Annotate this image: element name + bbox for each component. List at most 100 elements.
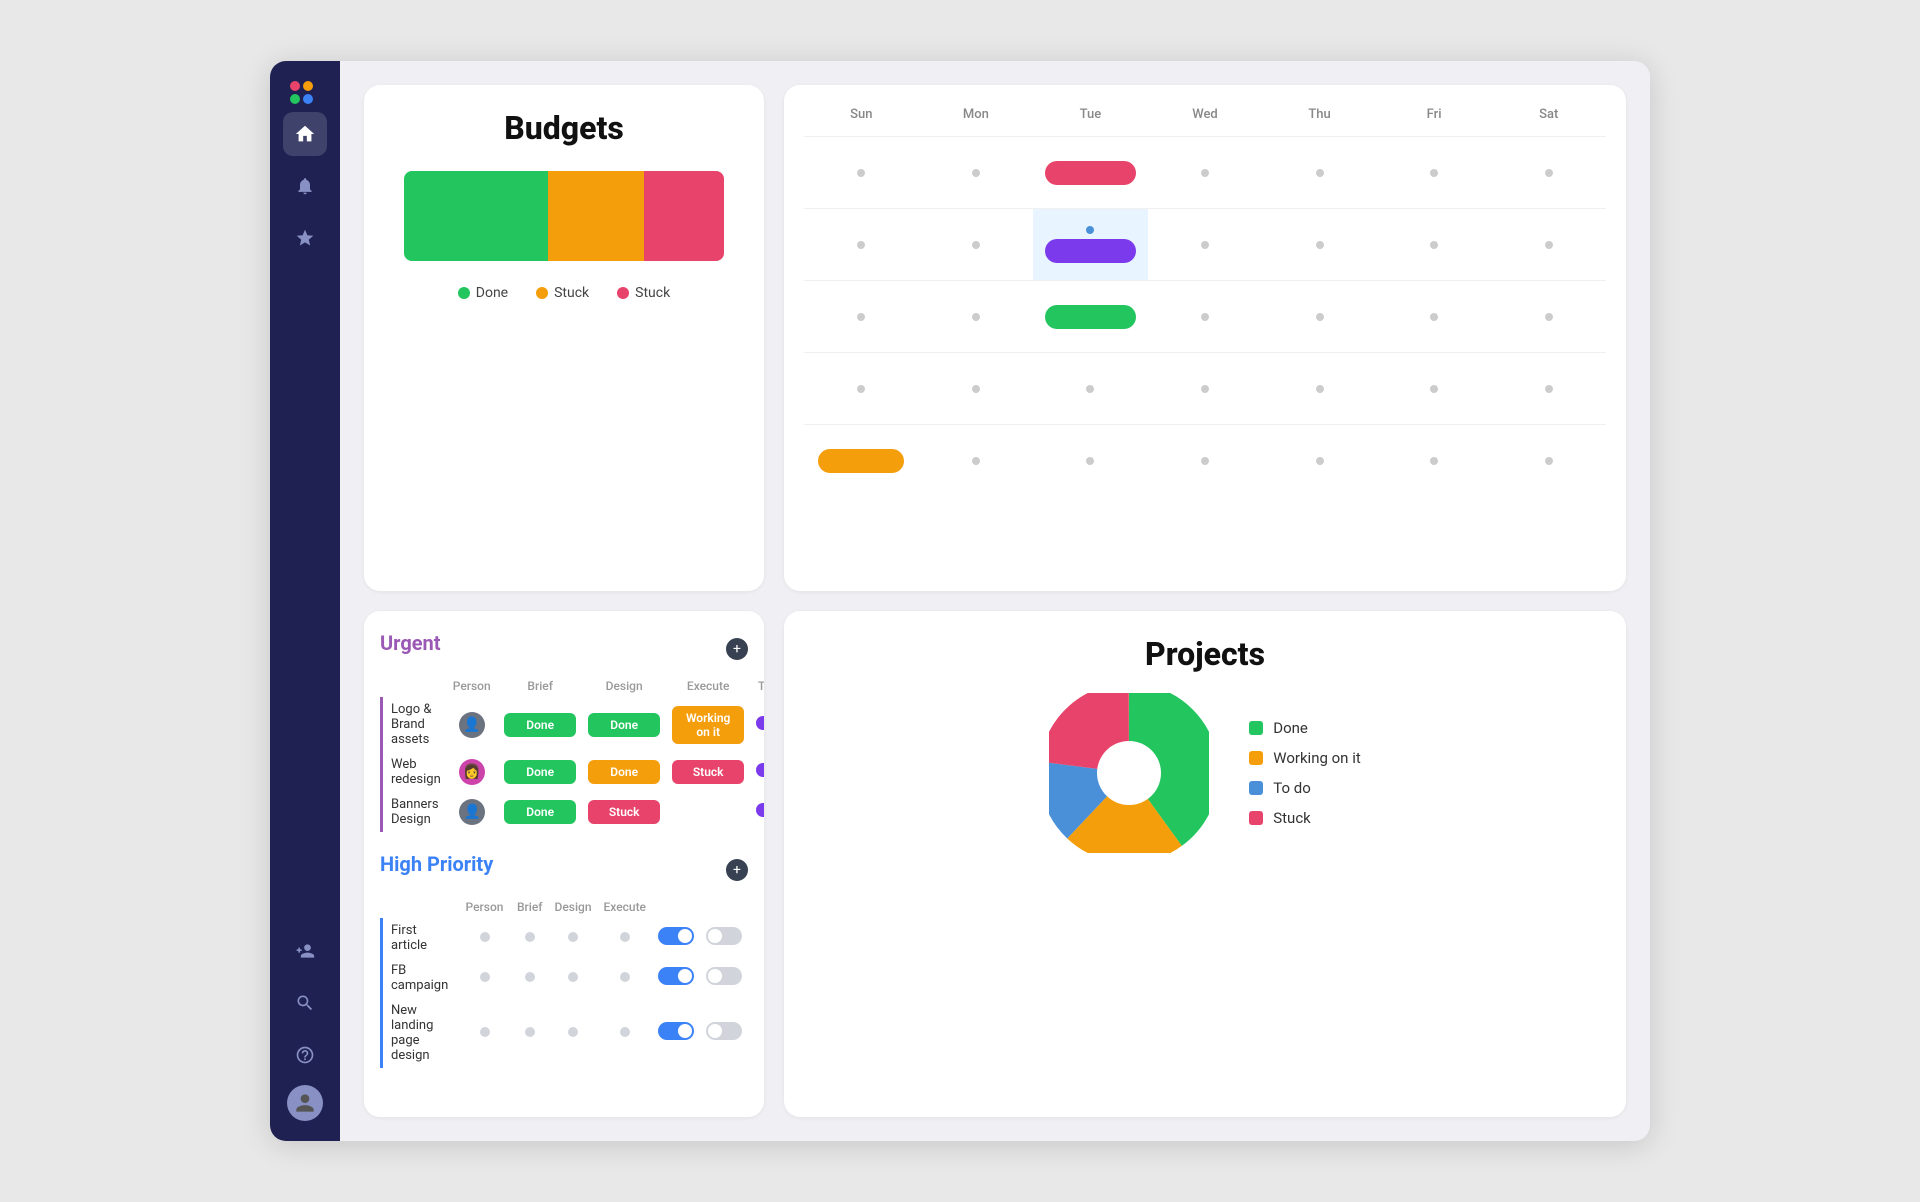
cal-dot: [857, 169, 865, 177]
legend-label-stuck: Stuck: [1273, 809, 1311, 827]
cal-cell-green: [1033, 281, 1148, 352]
cal-event-orange[interactable]: [818, 449, 904, 473]
toggle-on[interactable]: [658, 1022, 694, 1040]
projects-legend: Done Working on it To do Stuck: [1249, 719, 1361, 827]
cal-dot-blue: [1086, 226, 1094, 234]
cal-cell: [919, 209, 1034, 280]
task-name: Web redesign: [382, 752, 447, 792]
cal-row-4: [804, 352, 1606, 424]
task-brief[interactable]: Done: [498, 752, 582, 792]
cal-dot: [1316, 169, 1324, 177]
cal-dot: [972, 457, 980, 465]
app-logo[interactable]: [290, 81, 320, 104]
grey-dot: [620, 932, 630, 942]
sidebar-item-notifications[interactable]: [283, 164, 327, 208]
grey-dot: [568, 932, 578, 942]
cal-cell: [919, 281, 1034, 352]
cal-cell: [804, 353, 919, 424]
sidebar-item-search[interactable]: [283, 981, 327, 1025]
task-execute: [666, 792, 750, 832]
cal-cell: [1148, 137, 1263, 208]
toggle-off[interactable]: [706, 927, 742, 945]
cal-dot: [1430, 385, 1438, 393]
cal-cell: [1033, 353, 1148, 424]
legend-color-stuck: [1249, 811, 1263, 825]
cal-row-1: [804, 136, 1606, 208]
cal-cell: [1491, 353, 1606, 424]
cal-event-pink[interactable]: [1045, 161, 1137, 185]
task-execute[interactable]: Working on it: [666, 697, 750, 752]
cal-dot: [1316, 313, 1324, 321]
user-avatar[interactable]: [287, 1085, 323, 1121]
task-person: [460, 998, 511, 1068]
task-execute: [598, 958, 653, 998]
legend-dot-done: [458, 287, 470, 299]
task-brief[interactable]: Done: [498, 792, 582, 832]
cal-row-5: [804, 424, 1606, 496]
budget-segment-done: [404, 171, 548, 261]
task-design[interactable]: Done: [582, 697, 666, 752]
task-toggle[interactable]: [652, 958, 700, 998]
grey-dot: [480, 1027, 490, 1037]
cal-dot: [1545, 457, 1553, 465]
main-content: Budgets Done Stuck Stuck: [340, 61, 1650, 1141]
task-person: [460, 918, 511, 958]
budgets-title: Budgets: [388, 109, 740, 147]
task-design[interactable]: Stuck: [582, 792, 666, 832]
grey-dot: [525, 932, 535, 942]
task-brief[interactable]: Done: [498, 697, 582, 752]
task-execute[interactable]: Stuck: [666, 752, 750, 792]
status-badge-stuck: Stuck: [672, 760, 744, 784]
legend-dot-stuck2: [617, 287, 629, 299]
cal-dot: [1201, 313, 1209, 321]
status-badge-working: Done: [588, 760, 660, 784]
cal-row-3: [804, 280, 1606, 352]
cal-day-thu: Thu: [1262, 101, 1377, 128]
cal-dot: [1316, 457, 1324, 465]
sidebar-item-users[interactable]: [283, 929, 327, 973]
cal-cell-highlighted: [1033, 209, 1148, 280]
cal-dot: [1430, 169, 1438, 177]
sidebar-item-help[interactable]: [283, 1033, 327, 1077]
pie-chart: [1049, 693, 1209, 853]
cal-dot: [972, 313, 980, 321]
toggle-off[interactable]: [706, 967, 742, 985]
col-header-execute: Execute: [666, 675, 750, 697]
status-badge-done: Done: [504, 760, 576, 784]
col-header-spacer2: [700, 896, 748, 918]
grey-dot: [480, 932, 490, 942]
calendar-body: [804, 136, 1606, 496]
grey-dot: [525, 1027, 535, 1037]
cal-cell-orange: [804, 425, 919, 496]
cal-event-green[interactable]: [1045, 305, 1137, 329]
sidebar-item-favorites[interactable]: [283, 216, 327, 260]
grey-dot: [620, 972, 630, 982]
urgent-title: Urgent: [380, 631, 441, 655]
toggle-on[interactable]: [658, 967, 694, 985]
cal-dot: [972, 385, 980, 393]
urgent-add-button[interactable]: +: [726, 638, 748, 660]
toggle-on[interactable]: [658, 927, 694, 945]
cal-cell: [804, 137, 919, 208]
cal-day-mon: Mon: [919, 101, 1034, 128]
task-name: FB campaign: [382, 958, 460, 998]
task-brief: [511, 998, 549, 1068]
table-row: Logo & Brand assets 👤 Done Done Working …: [382, 697, 765, 752]
task-execute: [598, 998, 653, 1068]
task-toggle[interactable]: [652, 918, 700, 958]
high-add-button[interactable]: +: [726, 859, 748, 881]
cal-cell: [1491, 137, 1606, 208]
cal-event-purple[interactable]: [1045, 239, 1137, 263]
cal-cell: [1148, 425, 1263, 496]
toggle-off[interactable]: [706, 1022, 742, 1040]
cal-day-wed: Wed: [1148, 101, 1263, 128]
task-toggle[interactable]: [652, 998, 700, 1068]
cal-cell: [804, 209, 919, 280]
col-header-person: Person: [460, 896, 511, 918]
sidebar-item-home[interactable]: [283, 112, 327, 156]
timeline-bar: [756, 803, 764, 817]
cal-day-sat: Sat: [1491, 101, 1606, 128]
task-design[interactable]: Done: [582, 752, 666, 792]
cal-cell: [1262, 425, 1377, 496]
col-header-name: [382, 675, 447, 697]
